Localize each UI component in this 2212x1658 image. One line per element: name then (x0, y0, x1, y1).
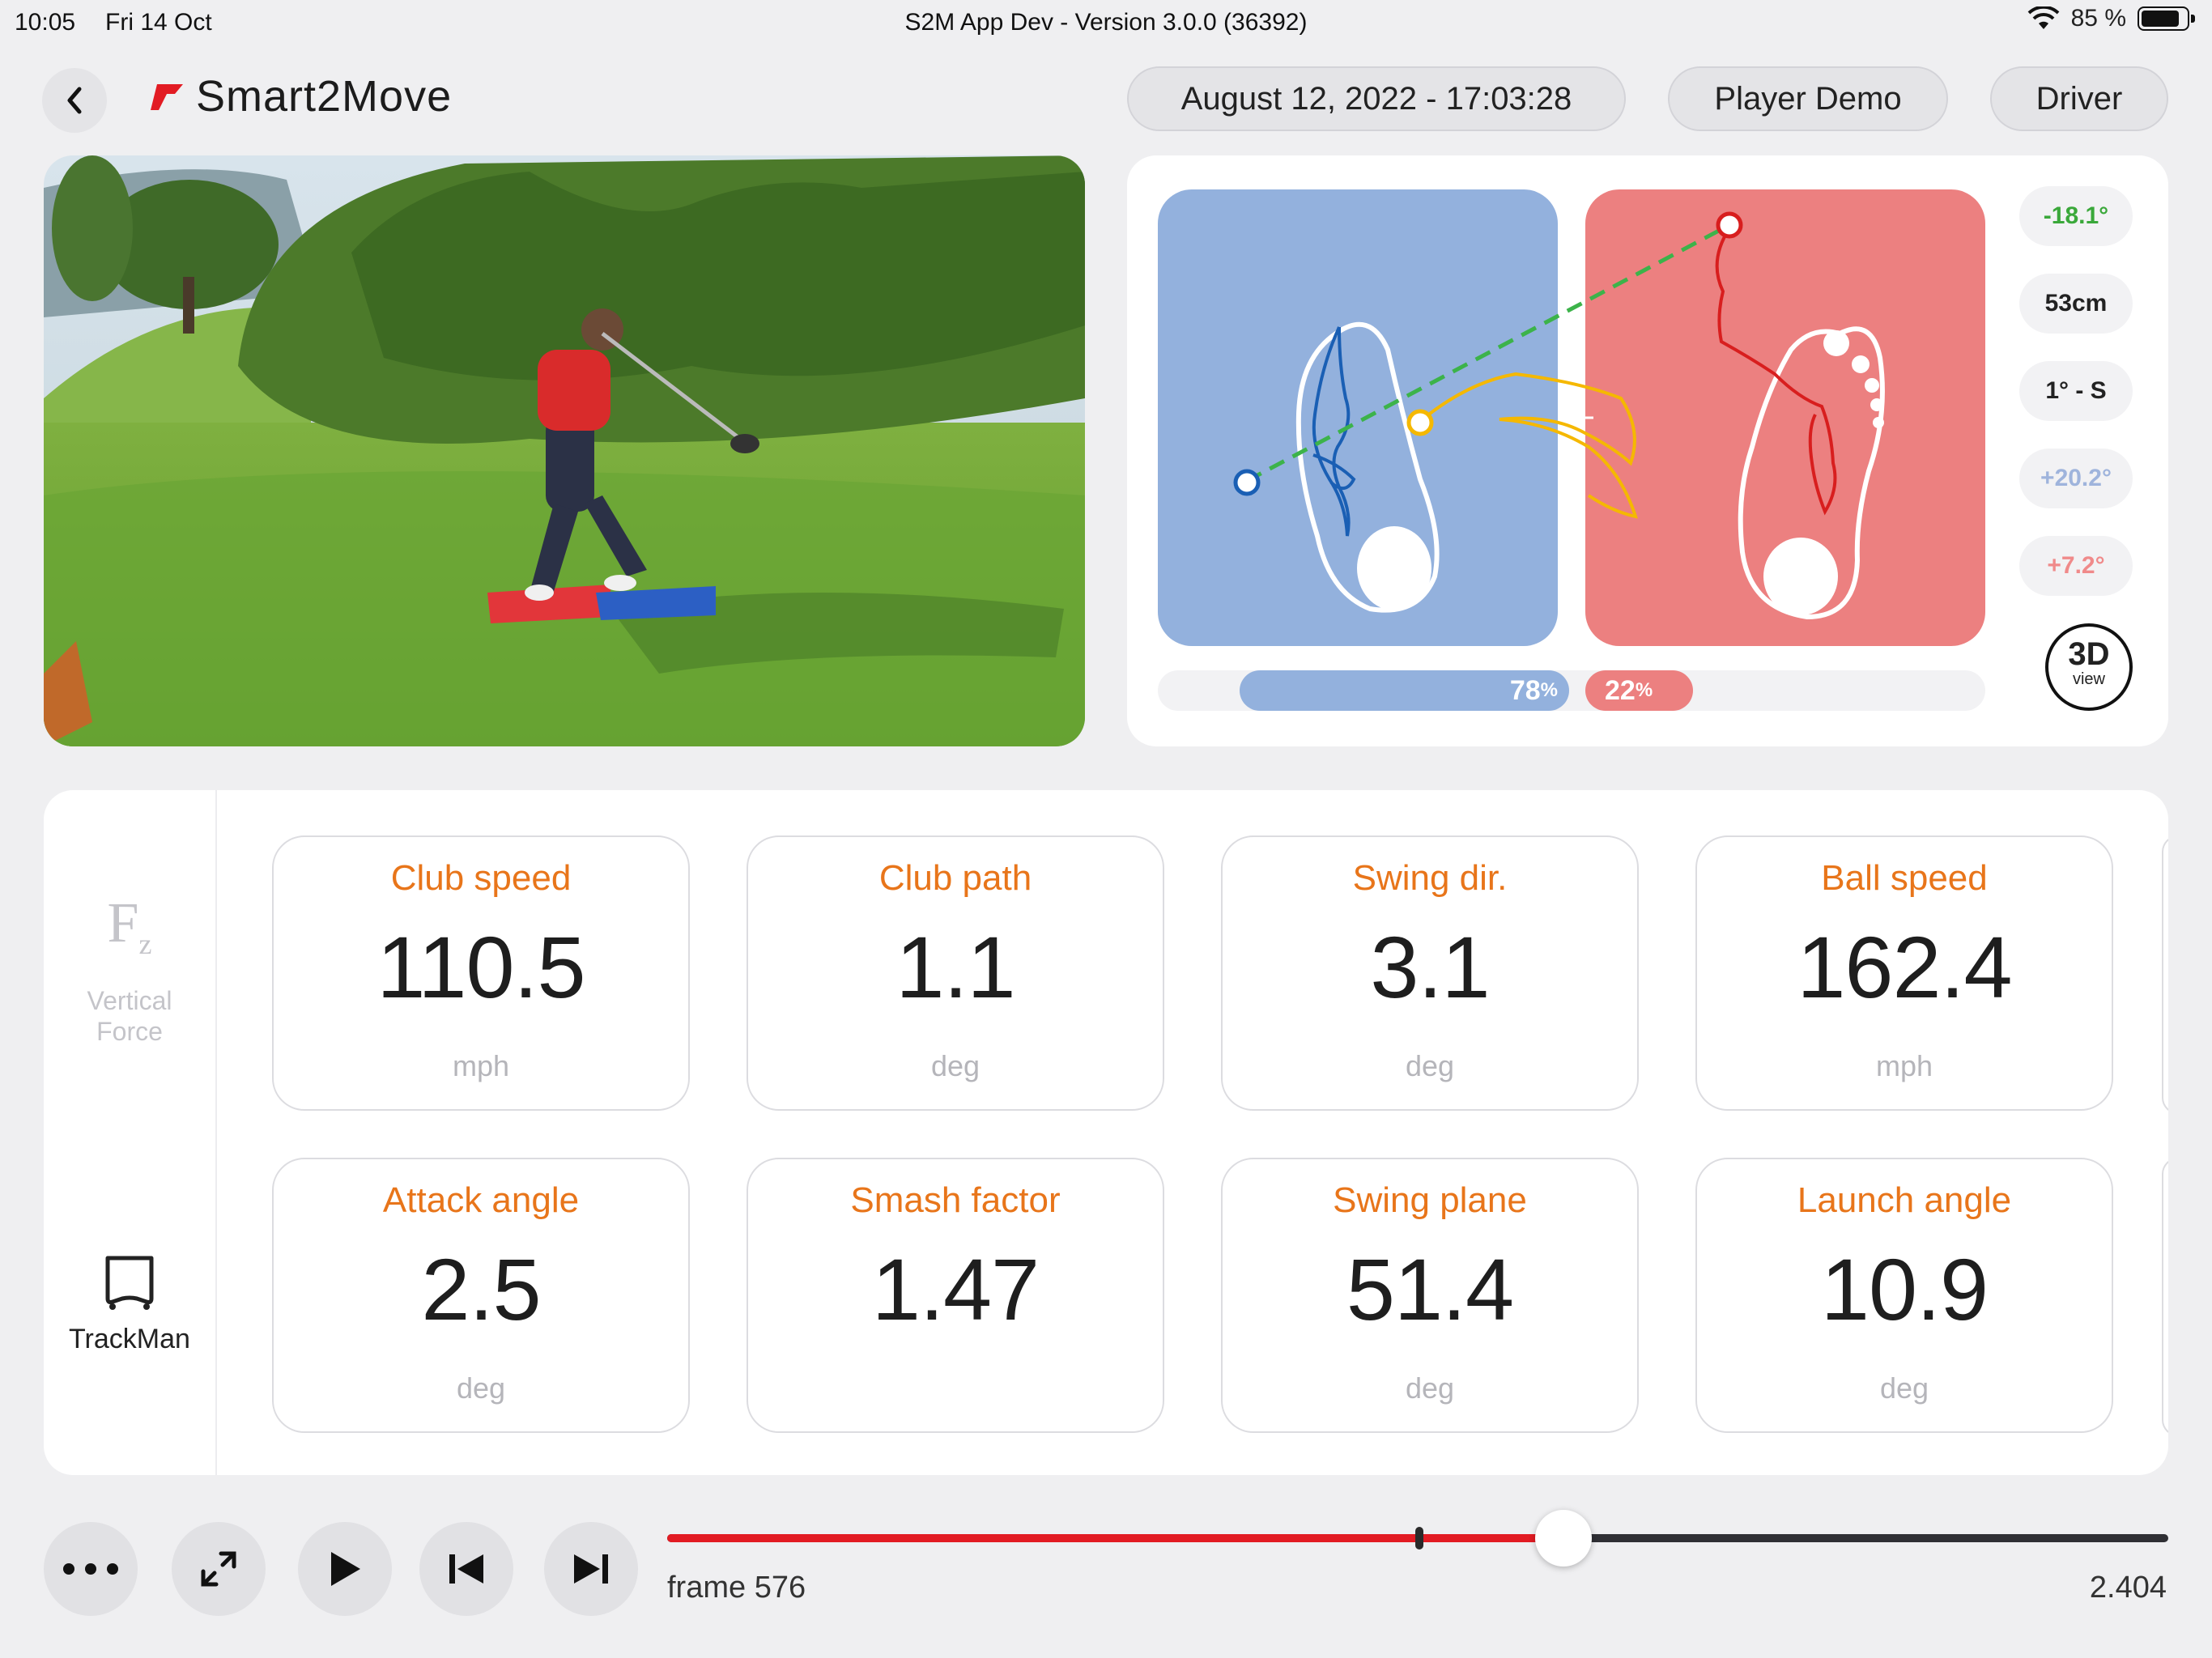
metric-label: Ball speed (1821, 858, 1988, 898)
metric-card-launch-angle[interactable]: Launch angle 10.9 deg (1695, 1158, 2113, 1433)
center-of-gravity-marker (1406, 409, 1434, 436)
metric-card-swing-plane[interactable]: Swing plane 51.4 deg (1221, 1158, 1639, 1433)
metric-value: 162.4 (1797, 918, 2012, 1016)
play-icon (331, 1552, 360, 1586)
status-indicators: 85 % (2027, 5, 2195, 32)
video-frame-image (44, 155, 1085, 746)
metric-unit: deg (1405, 1049, 1455, 1082)
vertical-force-icon: Fz (107, 892, 152, 961)
brand-logo: Smart2Move (149, 71, 452, 121)
skip-back-icon (449, 1554, 483, 1584)
3d-view-button[interactable]: 3D view (2045, 623, 2133, 711)
metric-card-attack-angle[interactable]: Attack angle 2.5 deg (272, 1158, 690, 1433)
metric-label: Attack angle (382, 1180, 580, 1220)
trackman-icon (105, 1256, 154, 1310)
playback-time: 2.404 (2089, 1571, 2167, 1605)
stance-axis-line (1245, 223, 1731, 483)
more-dots-icon (63, 1563, 118, 1575)
battery-icon (2138, 6, 2195, 31)
next-frame-button[interactable] (544, 1522, 638, 1616)
metric-value: 3.1 (1370, 918, 1490, 1016)
back-button[interactable] (42, 68, 107, 133)
player-button[interactable]: Player Demo (1668, 66, 1948, 131)
next-card-peek-top (2162, 835, 2168, 1114)
pressure-trace-overlay (1233, 211, 1885, 620)
timeline-progress (667, 1534, 1563, 1542)
right-foot-trace (1715, 227, 1837, 516)
right-foot-cop-marker (1716, 211, 1743, 239)
skip-forward-icon (574, 1554, 608, 1584)
metric-label: Club path (878, 858, 1032, 898)
metric-unit: deg (1879, 1371, 1929, 1405)
badge-left-foot-angle[interactable]: +20.2° (2019, 449, 2133, 508)
metric-card-club-path[interactable]: Club path 1.1 deg (747, 835, 1164, 1111)
right-weight-percent-sign: % (1635, 679, 1653, 701)
left-weight-value: 78 (1509, 674, 1541, 706)
pressure-panel: 78% 22% -18.1° 53cm 1° - S +20.2° +7.2° … (1127, 155, 2168, 746)
badge-stance-width[interactable]: 53cm (2019, 274, 2133, 334)
metric-value: 110.5 (376, 918, 585, 1016)
status-app-title: S2M App Dev - Version 3.0.0 (36392) (904, 9, 1308, 36)
vertical-force-label: Vertical Force (87, 986, 172, 1046)
metric-value: 1.47 (871, 1240, 1040, 1338)
metrics-panel: Fz Vertical Force TrackMan Club speed 110… (44, 790, 2168, 1475)
metric-label: Club speed (390, 858, 572, 898)
smart2move-logo-icon (151, 84, 183, 110)
right-weight-value: 22 (1605, 674, 1636, 706)
trackman-label: TrackMan (69, 1324, 190, 1354)
crosshair-icon (1571, 406, 1593, 429)
frame-counter: frame 576 (667, 1571, 806, 1605)
metric-value: 10.9 (1820, 1240, 1989, 1338)
3d-view-label: 3D (2068, 636, 2110, 672)
impact-marker (1414, 1527, 1423, 1550)
left-foot-cop-marker (1233, 469, 1261, 496)
left-foot-icon (1295, 321, 1440, 613)
center-of-gravity-trace (1417, 372, 1638, 519)
battery-percent: 85 % (2070, 5, 2126, 32)
metric-unit: mph (452, 1049, 510, 1082)
chevron-left-icon (67, 87, 82, 114)
left-weight-percent-sign: % (1540, 679, 1558, 701)
metric-label: Smash factor (850, 1180, 1061, 1220)
metric-unit: deg (930, 1049, 981, 1082)
play-button[interactable] (298, 1522, 392, 1616)
timeline-thumb[interactable] (1534, 1510, 1592, 1567)
session-date-button[interactable]: August 12, 2022 - 17:03:28 (1127, 66, 1626, 131)
previous-frame-button[interactable] (419, 1522, 513, 1616)
badge-right-foot-angle[interactable]: +7.2° (2019, 536, 2133, 596)
left-foot-trace (1312, 326, 1356, 537)
vertical-force-tab[interactable]: Fz Vertical Force (44, 895, 215, 1047)
next-card-peek-bottom (2162, 1158, 2168, 1436)
club-button[interactable]: Driver (1990, 66, 2168, 131)
metric-unit: deg (456, 1371, 506, 1405)
right-weight-bar: 22% (1585, 670, 1693, 711)
wifi-icon (2027, 6, 2059, 29)
3d-view-sublabel: view (2072, 670, 2105, 688)
metric-label: Swing dir. (1352, 858, 1508, 898)
swing-video[interactable] (44, 155, 1085, 746)
sidebar-divider (215, 790, 217, 1475)
brand-name: Smart2Move (196, 72, 453, 121)
trackman-tab[interactable]: TrackMan (44, 1253, 215, 1355)
metric-value: 1.1 (895, 918, 1015, 1016)
badge-alignment[interactable]: 1° - S (2019, 361, 2133, 421)
metric-unit: deg (1405, 1371, 1455, 1405)
left-weight-bar: 78% (1240, 670, 1569, 711)
metric-label: Swing plane (1333, 1180, 1527, 1220)
timeline-scrubber[interactable] (667, 1510, 2168, 1567)
metric-unit: mph (1875, 1049, 1933, 1082)
fullscreen-icon (201, 1551, 236, 1587)
badge-stance-angle[interactable]: -18.1° (2019, 186, 2133, 246)
more-options-button[interactable] (44, 1522, 138, 1616)
metric-label: Launch angle (1797, 1180, 2012, 1220)
metric-card-club-speed[interactable]: Club speed 110.5 mph (272, 835, 690, 1111)
metric-value: 2.5 (421, 1240, 541, 1338)
metric-card-ball-speed[interactable]: Ball speed 162.4 mph (1695, 835, 2113, 1111)
metric-value: 51.4 (1346, 1240, 1514, 1338)
metric-card-smash-factor[interactable]: Smash factor 1.47 (747, 1158, 1164, 1433)
metric-card-swing-dir[interactable]: Swing dir. 3.1 deg (1221, 835, 1639, 1111)
fullscreen-button[interactable] (172, 1522, 266, 1616)
